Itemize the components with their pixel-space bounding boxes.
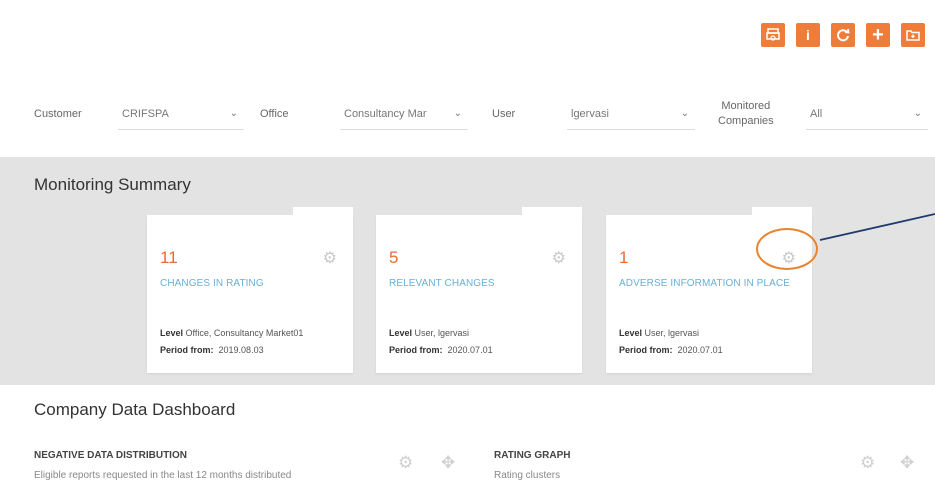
print-button[interactable] — [761, 23, 785, 47]
rating-graph-title: RATING GRAPH — [494, 450, 571, 461]
monitored-companies-select[interactable]: All ⌄ — [806, 100, 928, 130]
office-value: Consultancy Mar — [344, 108, 427, 120]
gear-icon[interactable]: ⚙ — [323, 248, 337, 268]
summary-card-relevant-changes[interactable]: 5 ⚙ RELEVANT CHANGES Level User, lgervas… — [376, 207, 582, 373]
customer-value: CRIFSPA — [122, 108, 169, 120]
user-label: User — [492, 108, 516, 120]
card-count: 11 — [160, 248, 178, 267]
annotation-circle — [756, 228, 818, 270]
filter-bar: Customer CRIFSPA ⌄ Office Consultancy Ma… — [0, 96, 935, 136]
action-toolbar: i + — [761, 23, 925, 47]
office-label: Office — [260, 108, 289, 120]
card-period: Period from: 2020.07.01 — [619, 345, 723, 355]
monitoring-summary-section: Monitoring Summary 11 ⚙ CHANGES IN RATIN… — [0, 157, 935, 385]
rating-graph-subtitle: Rating clusters — [494, 470, 561, 481]
monitored-companies-label: Monitored Companies — [718, 99, 774, 129]
office-select[interactable]: Consultancy Mar ⌄ — [340, 100, 468, 130]
info-icon: i — [806, 27, 810, 43]
move-icon[interactable]: ✥ — [900, 453, 914, 473]
monitored-value: All — [810, 108, 823, 120]
add-icon: + — [872, 23, 884, 46]
card-title[interactable]: ADVERSE INFORMATION IN PLACE — [619, 278, 790, 289]
card-tab — [522, 207, 582, 215]
chevron-down-icon: ⌄ — [229, 108, 238, 119]
new-folder-icon — [906, 30, 920, 41]
gear-icon[interactable]: ⚙ — [552, 248, 566, 268]
card-tab — [293, 207, 353, 215]
user-select[interactable]: lgervasi ⌄ — [567, 100, 695, 130]
customer-label: Customer — [34, 108, 82, 120]
card-tab — [752, 207, 812, 215]
card-title[interactable]: RELEVANT CHANGES — [389, 278, 495, 289]
chevron-down-icon: ⌄ — [913, 108, 922, 119]
card-level: Level User, lgervasi — [619, 328, 700, 338]
company-dashboard-title: Company Data Dashboard — [34, 400, 236, 419]
card-period: Period from: 2020.07.01 — [389, 345, 493, 355]
negative-data-distribution-subtitle: Eligible reports requested in the last 1… — [34, 470, 292, 481]
info-button[interactable]: i — [796, 23, 820, 47]
card-title[interactable]: CHANGES IN RATING — [160, 278, 264, 289]
user-value: lgervasi — [571, 108, 609, 120]
move-icon[interactable]: ✥ — [441, 453, 455, 473]
negative-data-distribution-title: NEGATIVE DATA DISTRIBUTION — [34, 450, 187, 461]
card-count: 1 — [619, 248, 629, 267]
gear-icon[interactable]: ⚙ — [860, 453, 875, 473]
chevron-down-icon: ⌄ — [680, 108, 689, 119]
card-level: Level User, lgervasi — [389, 328, 470, 338]
add-button[interactable]: + — [866, 23, 890, 47]
summary-card-changes-in-rating[interactable]: 11 ⚙ CHANGES IN RATING Level Office, Con… — [147, 207, 353, 373]
monitoring-summary-title: Monitoring Summary — [34, 175, 191, 194]
chevron-down-icon: ⌄ — [453, 108, 462, 119]
print-icon — [766, 28, 780, 41]
gear-icon[interactable]: ⚙ — [398, 453, 413, 473]
refresh-button[interactable] — [831, 23, 855, 47]
customer-select[interactable]: CRIFSPA ⌄ — [118, 100, 244, 130]
card-level: Level Office, Consultancy Market01 — [160, 328, 304, 338]
card-period: Period from: 2019.08.03 — [160, 345, 264, 355]
monitored-label-line2: Companies — [718, 115, 774, 127]
new-folder-button[interactable] — [901, 23, 925, 47]
monitored-label-line1: Monitored — [721, 100, 771, 112]
refresh-icon — [837, 28, 850, 42]
card-count: 5 — [389, 248, 399, 267]
